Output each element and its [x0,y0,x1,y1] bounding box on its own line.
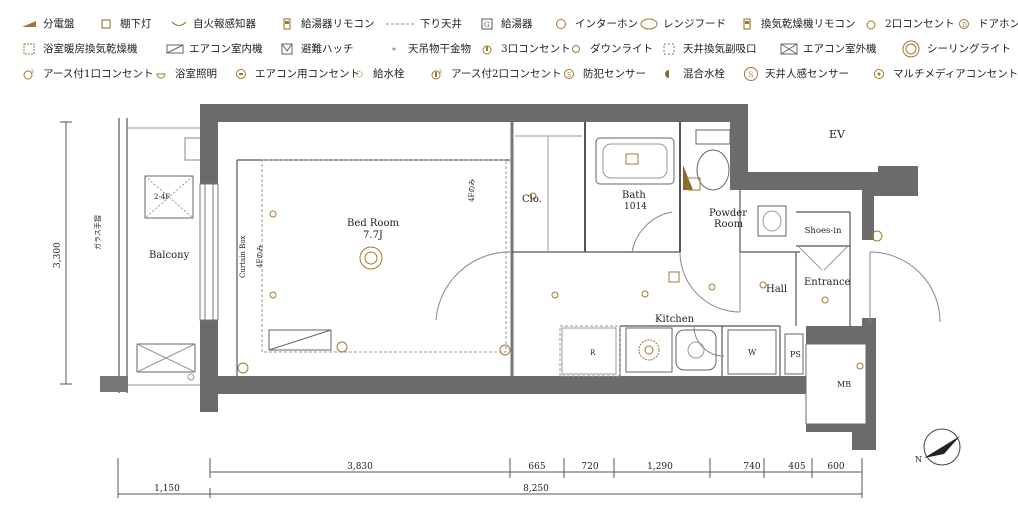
room-label-hall: Hall [766,284,787,295]
floor-plan: EV Balcony Bed Room 7.7J Clo. Bath 1014 … [53,104,961,498]
dimension-label: 1,290 [647,462,673,472]
wall [200,376,810,394]
dimension-label: 600 [827,462,844,472]
dropped-ceiling [261,159,621,377]
room-label-shoes: Shoes-in [805,226,842,236]
room-label-bath: Bath [622,190,646,201]
fridge-space [561,327,617,375]
height-dimension: 3,300 [53,121,72,385]
wall [862,318,876,328]
room-size-bedroom: 7.7J [363,230,383,241]
wall [200,320,218,412]
north-label: N [915,455,922,464]
water-heater-box [184,137,202,161]
room-label-ev: EV [829,128,846,141]
room-label-powder-2: Room [714,219,744,230]
kitchen-unit [561,327,804,375]
window [199,183,219,321]
room-label-fridge: R [590,349,596,357]
hatch-label: 2-4F [154,193,170,201]
room-label-kitchen: Kitchen [655,314,695,325]
room-label-entrance: Entrance [804,277,851,288]
room-label-powder: Powder [709,208,747,219]
room-label-bedroom: Bed Room [347,218,399,229]
height-label: 3,300 [53,242,63,268]
room-label-balcony: Balcony [149,250,190,261]
dimension-label: 740 [743,462,760,472]
room-label-ps: PS [790,350,801,359]
dimension-label: 665 [528,462,545,472]
dimension-label: 720 [581,462,598,472]
fourf-label: 4Fのみ [468,179,476,202]
wall [200,104,748,122]
dimension-label: 405 [788,462,805,472]
curtain-box-label: Curtain Box [239,235,247,278]
shoes-in [797,245,849,271]
room-label-washer: W [748,348,757,357]
glass-rail-label: ガラス手摺 [93,215,102,250]
fourf-label: 4Fのみ [256,245,264,268]
indoor-ac [268,329,332,351]
north-compass-icon: N [915,428,961,466]
dimension-label: 3,830 [347,462,373,472]
wall [730,166,918,196]
wall [862,180,874,240]
dimension-label: 1,150 [154,484,180,494]
dimension-label: 8,250 [523,484,549,494]
room-label-closet: Clo. [522,194,542,205]
room-size-bath: 1014 [624,202,647,212]
ceiling-light [359,246,383,270]
mb-room [805,343,867,425]
room-label-mb: MB [837,380,851,389]
